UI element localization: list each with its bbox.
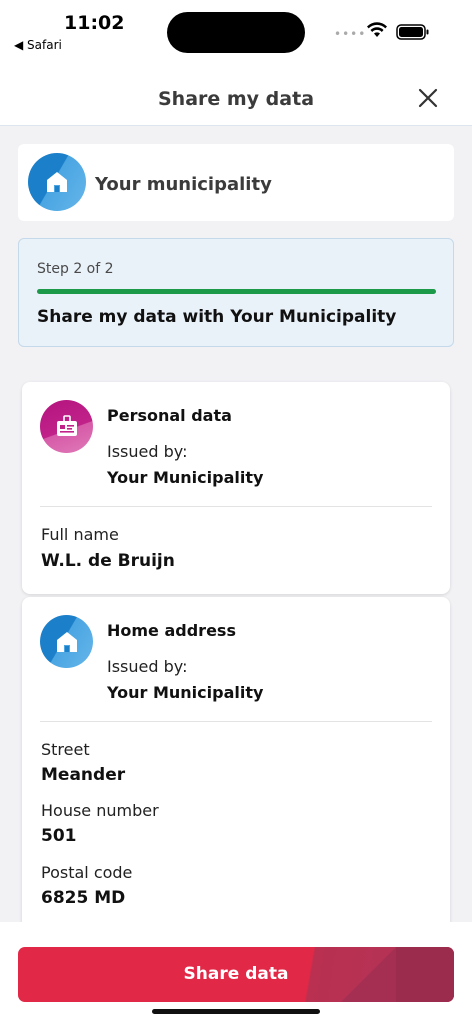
organization-card: Your municipality	[18, 144, 454, 221]
step-indicator-card: Step 2 of 2 Share my data with Your Muni…	[18, 238, 454, 347]
progress-fill	[37, 289, 436, 294]
field-value-full-name: W.L. de Bruijn	[41, 551, 175, 571]
signal-icon: ••••	[334, 27, 367, 41]
divider	[40, 506, 432, 507]
home-address-card: Home address Issued by: Your Municipalit…	[22, 597, 450, 937]
field-label-postal-code: Postal code	[41, 863, 133, 882]
personal-data-logo	[40, 400, 93, 453]
id-badge-icon	[57, 415, 77, 436]
issued-by-label: Issued by:	[107, 657, 188, 676]
battery-icon	[396, 24, 429, 40]
dynamic-island	[167, 12, 305, 53]
card-title: Home address	[107, 621, 236, 640]
wifi-icon	[367, 22, 387, 37]
card-title: Personal data	[107, 406, 232, 425]
status-bar: 11:02 ◀ Safari ••••	[0, 0, 472, 76]
close-icon[interactable]	[416, 86, 440, 110]
organization-name: Your municipality	[95, 174, 272, 195]
footer: Share data	[0, 922, 472, 1024]
field-value-street: Meander	[41, 765, 126, 785]
back-to-safari-link[interactable]: ◀ Safari	[14, 38, 62, 52]
issuer-name: Your Municipality	[107, 683, 264, 702]
field-value-house-number: 501	[41, 826, 77, 846]
home-indicator	[152, 1009, 320, 1014]
personal-data-card: Personal data Issued by: Your Municipali…	[22, 382, 450, 594]
home-icon	[47, 172, 67, 192]
home-address-logo	[40, 615, 93, 668]
share-data-label: Share data	[183, 964, 289, 984]
field-value-postal-code: 6825 MD	[41, 888, 126, 908]
home-icon	[57, 632, 77, 652]
field-label-full-name: Full name	[41, 525, 119, 544]
page-title: Share my data	[157, 88, 315, 110]
step-label: Step 2 of 2	[37, 261, 114, 277]
municipality-logo	[28, 153, 86, 211]
progress-bar	[37, 289, 436, 294]
screen-header: Share my data	[0, 76, 472, 126]
field-label-street: Street	[41, 740, 90, 759]
step-title: Share my data with Your Municipality	[37, 307, 397, 327]
issuer-name: Your Municipality	[107, 468, 264, 487]
field-label-house-number: House number	[41, 801, 159, 820]
status-time: 11:02	[64, 12, 125, 34]
divider	[40, 721, 432, 722]
share-data-button[interactable]: Share data	[18, 947, 454, 1002]
issued-by-label: Issued by:	[107, 442, 188, 461]
